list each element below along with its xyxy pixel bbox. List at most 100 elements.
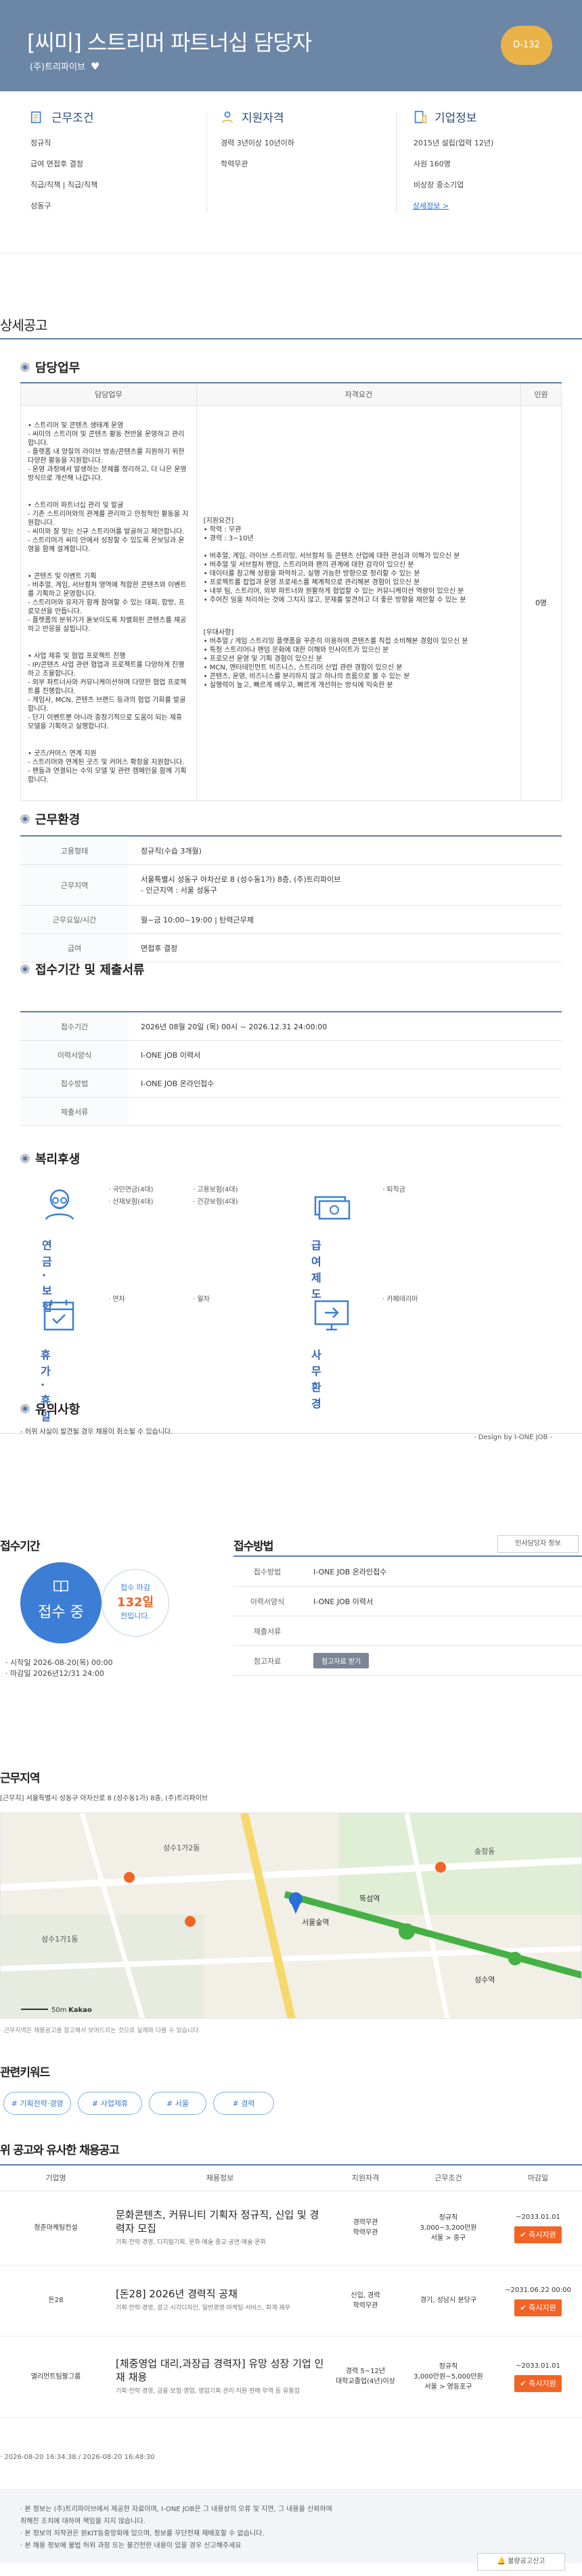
welfare-label: 사무환경 [311,1349,321,1410]
map-label: 뚝섬역 [359,1894,380,1903]
table-row[interactable]: 청춘마케팅컨설 문화콘텐츠, 커뮤니티 기획자 정규직, 신입 및 경력자 모집… [0,2191,582,2266]
end-date: · 마감일 2026년12/31 24:00 [5,1669,104,1678]
welfare-label: 급여제도 [311,1239,321,1301]
map-view[interactable]: 성수1가2동 서울숲역 성수1가1동 뚝섬역 송정동 성수역 50m Kakao [0,1812,582,2019]
task-block: • 스트리머 및 콘텐츠 생태계 운영 - 씨미의 스트리머 및 콘텐츠 활동 … [28,422,187,482]
welfare-header: 복리후생 [20,1150,80,1167]
section-bullet-icon [20,814,30,824]
kv-row: 근무지역 서울특별시 성동구 아차산로 8 (성수동1가) 8층, (주)트리파이… [20,865,562,906]
job-link[interactable]: [돈28] 2026년 경력직 공채 [116,2287,324,2301]
welfare-item: · 고용보험(4대) [193,1186,238,1194]
qualification-item: 경력 3년이상 10년이하 [221,139,294,147]
money-icon [314,1196,351,1220]
section-bullet-icon [20,362,30,372]
duties-header: 담당업무 [20,358,80,376]
company-cell[interactable]: 돈28 [0,2265,112,2337]
conditions-header: 근무조건 [30,108,206,125]
welfare-item: · 카페테리아 [382,1296,418,1303]
preferred-text: [우대사항] • 버추얼 / 게임 스트리밍 플랫폼을 꾸준히 이용하며 콘텐츠… [203,628,468,689]
deadline-days: 132일 [116,1595,154,1610]
apply-button[interactable]: ✔ 즉시지원 [514,2299,562,2316]
col-header: 채용정보 [112,2164,328,2191]
kv-row: 접수방법 I-ONE JOB 온라인접수 [20,1069,562,1098]
company-name[interactable]: (주)트리파이브 ♥ [30,60,99,72]
footer-notice: · 본 정보는 (주)트리파이브에서 제공한 자료이며, I-ONE JOB은 … [0,2489,582,2563]
map-label: 성수1가2동 [163,1844,200,1852]
headcount-cell: 0명 [520,405,562,801]
notes-text: - 허위 사실이 발견될 경우 채용이 취소될 수 있습니다. [20,1428,173,1436]
company-detail-link[interactable]: 상세정보 > [413,200,582,211]
calendar-check-icon [43,1300,74,1331]
company-header: 기업정보 [413,108,582,125]
kv-row: 제출서류 [233,1616,582,1646]
environment-table: 고용형태 정규직(수습 3개월) 근무지역 서울특별시 성동구 아차산로 8 (성수… [20,835,562,962]
report-button[interactable]: 🔔 불량공고신고 [477,2553,565,2571]
deadline-suffix: 전입니다. [120,1612,150,1620]
welfare-item: · 연차 [108,1296,125,1303]
condition-item: 정규직 [30,139,51,147]
section-bullet-icon [20,1404,30,1413]
col-header: 지원자격 [328,2164,403,2191]
header-banner: [씨미] 스트리머 파트너십 담당자 (주)트리파이브 ♥ D-132 [0,0,582,91]
company-link[interactable]: (주)트리파이브 [30,62,85,72]
job-link[interactable]: [체중영업 대리,과장급 경력자] 유망 성장 기업 인재 채용 [116,2357,324,2384]
deadline-label: 접수 마감 [120,1583,150,1592]
task-block: • 굿즈/커머스 연계 지원 - 스트리머와 연계된 굿즈 및 커머스 확장을 … [28,750,187,784]
task-block: • 사업 제휴 및 협업 프로젝트 진행 - IP/콘텐츠 사업 관련 협업과 … [28,653,187,730]
section-bullet-icon [20,1154,30,1163]
status-text: 접수 중 [38,1604,84,1621]
heart-icon[interactable]: ♥ [91,60,99,72]
bell-icon: 🔔 [497,2558,506,2565]
table-row[interactable]: 엘리먼트팀팔그룹 [체중영업 대리,과장급 경력자] 유망 성장 기업 인재 채… [0,2336,582,2418]
kv-row: 첨고자료 첨고자료 받기 [233,1646,582,1676]
keywords-title: 관련키워드 [0,2066,50,2080]
glasses-mustache-icon [45,1189,74,1220]
task-block: • 스트리머 파트너십 관리 및 발굴 - 기존 스트리머와의 관계를 관리하고… [28,502,189,553]
kv-row: 이력서양식 I-ONE JOB 이력서 [233,1587,582,1616]
kv-row: 접수기간 2026년 08월 20일 (목) 00시 ~ 2026.12.31 2… [20,1012,562,1041]
table-row[interactable]: 돈28 [돈28] 2026년 경력직 공채 기획·전략·경영, 광고·시각디자인… [0,2265,582,2337]
qualification-item: 학력무관 [221,160,248,168]
footer-line: · 본 정보는 (주)트리파이브에서 제공한 자료이며, I-ONE JOB은 … [20,2506,332,2513]
job-link[interactable]: 문화콘텐츠, 커뮤니티 기획자 정규직, 신입 및 경력자 모집 [116,2208,324,2235]
dday-badge: D-132 [501,26,552,65]
map-label: 성수역 [474,1975,495,1984]
document-icon [30,111,41,123]
footer-line: · 본 정보의 저작권은 원KIT등중앙회에 있으며, 정보를 무단전재 재배포… [20,2530,265,2537]
monitor-arrow-icon [314,1300,349,1331]
welfare-item: · 국민연금(4대) [108,1186,154,1194]
company-info-item: 비상장 중소기업 [413,181,464,189]
apply-button[interactable]: ✔ 즉시지원 [514,2375,562,2392]
condition-item: 성동구 [30,202,51,210]
map-scale: 50m [51,2007,66,2014]
notes-header: 유의사항 [20,1400,80,1418]
location-note: · 근무지역은 채용공고를 참고해서 보여드리는 것으로 실제와 다를 수 있습… [0,2028,201,2034]
attachment-button[interactable]: 첨고자료 받기 [313,1653,370,1668]
hr-contact-button[interactable]: 인사담당자 정보 [497,1535,579,1553]
summary-section: 근무조건 정규직 급여 면접후 결정 직급/직책 | 직급/직책 성동구 지원자… [0,91,582,254]
keyword-tag[interactable]: # 서울 [149,2092,206,2115]
similar-table: 기업명 채용정보 지원자격 근무조건 마감일 청춘마케팅컨설 문화콘텐츠, 커뮤… [0,2164,582,2418]
qualifications-column: 지원자격 경력 3년이상 10년이하 학력무관 [220,108,396,179]
environment-header: 근무환경 [20,810,80,828]
col-header: 담당업무 [20,382,197,406]
keyword-tag[interactable]: # 경력 [213,2092,274,2115]
keyword-tag[interactable]: # 사업제휴 [78,2092,142,2115]
footer-line: · 본 채용 정보에 불법 허위 과장 또는 불건전한 내용이 있을 경우 신고… [20,2542,242,2550]
col-header: 기업명 [0,2164,112,2191]
design-credit: - Design by I-ONE JOB - [474,1434,553,1441]
map-canvas[interactable]: 성수1가2동 서울숲역 성수1가1동 뚝섬역 송정동 성수역 50m Kakao [1,1813,582,2019]
post-dates: · 2026-08-20 16:34:38 / 2026-08-20 16:48… [0,2454,155,2461]
apply-method-table: 접수방법 I-ONE JOB 온라인접수 이력서양식 I-ONE JOB 이력서 제… [233,1555,582,1676]
company-column: 기업정보 2015년 설립(업력 12년) 사원 160명 비상장 중소기업 상… [413,108,582,211]
company-cell[interactable]: 엘리먼트팀팔그룹 [0,2336,112,2418]
kv-row: 제출서류 [20,1098,562,1126]
company-cell[interactable]: 청춘마케팅컨설 [0,2191,112,2266]
keyword-tag[interactable]: # 기획전략·경영 [3,2092,71,2115]
tasks-cell: • 스트리머 및 콘텐츠 생태계 운영 - 씨미의 스트리머 및 콘텐츠 활동 … [20,405,197,801]
qualifications-header: 지원자격 [220,108,396,125]
task-block: • 콘텐츠 및 이벤트 기획 - 버추얼, 게임, 서브컬처 영역에 적합한 콘… [28,573,187,633]
person-icon [221,111,233,123]
map-label: 서울숲역 [302,1918,329,1927]
apply-button[interactable]: ✔ 즉시지원 [514,2226,562,2243]
